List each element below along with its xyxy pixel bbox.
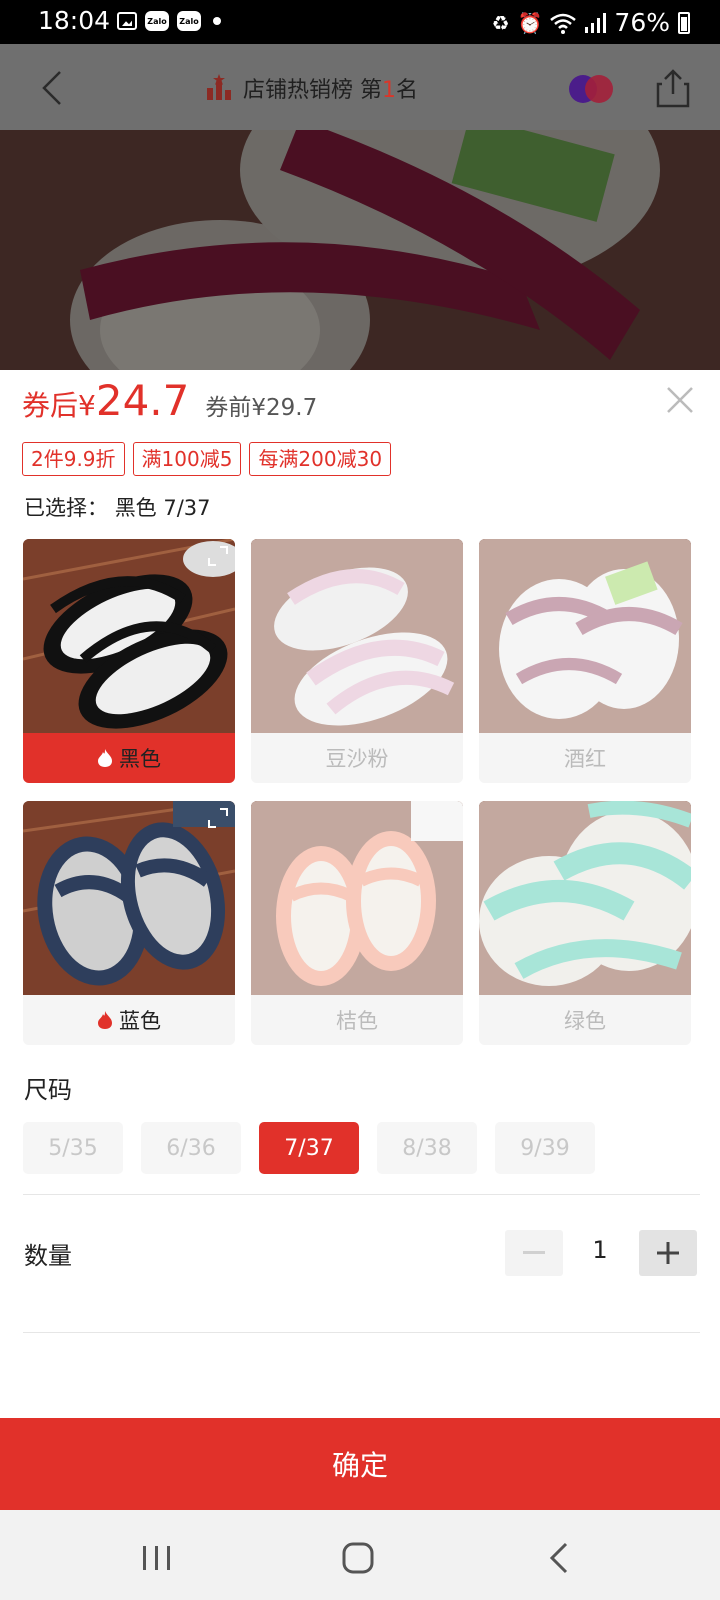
color-thumbnail [479,801,691,995]
size-option[interactable]: 8/38 [377,1122,477,1174]
alarm-icon: ⏰ [517,10,543,35]
zalo-notification-icon: Zalo [177,11,201,31]
color-thumbnail [23,539,235,733]
quantity-label: 数量 [24,1242,72,1270]
price-row: 券后 ¥ 24.7 券前¥29.7 [22,376,317,425]
expand-icon[interactable] [207,807,229,829]
promo-tags: 2件9.9折 满100减5 每满200减30 [22,442,392,476]
notification-icons: Zalo Zalo [117,11,221,31]
gallery-notification-icon [117,12,137,30]
close-icon[interactable] [664,384,696,416]
selected-value: 黑色 7/37 [114,496,211,520]
ranking-suffix: 名 [396,78,419,103]
color-label: 绿色 [564,1009,606,1033]
plus-icon [657,1242,679,1264]
confirm-button[interactable]: 确定 [0,1418,720,1510]
before-coupon-price: 券前¥29.7 [205,395,318,421]
wifi-icon [550,13,577,34]
back-arrow-icon[interactable] [32,66,76,110]
color-option-black[interactable]: 黑色 [23,539,235,783]
color-option-wine-red[interactable]: 酒红 [479,539,691,783]
recent-apps-icon[interactable] [137,1540,177,1576]
size-option-selected[interactable]: 7/37 [259,1122,359,1174]
quantity-value[interactable]: 1 [580,1236,620,1264]
promo-tag: 满100减5 [132,442,242,476]
size-option[interactable]: 6/36 [141,1122,241,1174]
size-option[interactable]: 9/39 [495,1122,595,1174]
size-options: 5/35 6/36 7/37 8/38 9/39 [23,1122,595,1174]
selected-summary: 已选择： 黑色 7/37 [24,492,211,522]
color-thumbnail [23,801,235,995]
color-label-row: 桔色 [251,995,463,1045]
color-label: 桔色 [336,1009,378,1033]
color-label-row: 蓝色 [23,995,235,1045]
color-label-row: 酒红 [479,733,691,783]
status-bar: 18:04 Zalo Zalo ♻ ⏰ 76% [0,0,720,44]
size-option[interactable]: 5/35 [23,1122,123,1174]
zalo-notification-icon: Zalo [145,11,169,31]
ranking-bars-icon [207,74,231,100]
status-time: 18:04 [38,6,111,35]
color-option-blue[interactable]: 蓝色 [23,801,235,1045]
hot-flame-icon [98,1011,112,1029]
recycle-icon: ♻ [491,10,510,35]
share-icon[interactable] [654,68,692,108]
page-header: 店铺热销榜 第1名 [0,44,720,130]
after-coupon-label: 券后 [22,389,79,422]
color-thumbnail [251,539,463,733]
promo-tag: 每满200减30 [249,442,392,476]
status-right: ♻ ⏰ 76% [492,8,690,37]
color-option-green[interactable]: 绿色 [479,801,691,1045]
sku-selector-sheet: 券后 ¥ 24.7 券前¥29.7 2件9.9折 满100减5 每满200减30… [0,370,720,1510]
ranking-number: 1 [382,78,396,103]
color-option-orange[interactable]: 桔色 [251,801,463,1045]
color-label: 豆沙粉 [325,747,389,771]
shop-ranking[interactable]: 店铺热销榜 第1名 [205,72,418,104]
color-label: 蓝色 [119,1009,161,1033]
color-label: 酒红 [564,747,606,771]
color-thumbnail [251,801,463,995]
divider [23,1194,700,1195]
home-icon[interactable] [338,1540,378,1576]
minus-icon [523,1251,545,1254]
size-title: 尺码 [24,1076,72,1104]
promo-tag: 2件9.9折 [22,442,125,476]
expand-icon[interactable] [207,545,229,567]
color-label-row: 黑色 [23,733,235,783]
battery-percent: 76% [614,8,670,37]
currency-symbol: ¥ [78,389,96,422]
quantity-decrease-button[interactable] [505,1230,563,1276]
color-label-row: 绿色 [479,995,691,1045]
signal-icon [585,12,607,33]
color-thumbnail [479,539,691,733]
quantity-increase-button[interactable] [639,1230,697,1276]
selected-label: 已选择： [24,496,108,520]
battery-icon [678,11,690,34]
divider [23,1332,700,1333]
ranking-text: 店铺热销榜 第 [243,78,382,103]
hot-flame-icon [98,749,112,767]
brand-circles-icon[interactable] [568,74,614,104]
back-nav-icon[interactable] [540,1540,580,1576]
color-label-row: 豆沙粉 [251,733,463,783]
product-photo [0,130,720,370]
system-navigation-bar [0,1510,720,1600]
color-label: 黑色 [119,747,161,771]
color-option-bean-pink[interactable]: 豆沙粉 [251,539,463,783]
coupon-price: 24.7 [95,376,190,425]
more-notifications-dot-icon [213,17,221,25]
